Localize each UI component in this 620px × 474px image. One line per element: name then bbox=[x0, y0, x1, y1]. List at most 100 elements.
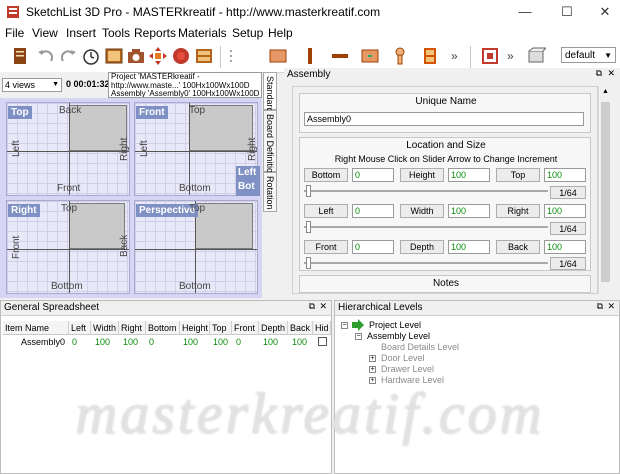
menu-help[interactable]: Help bbox=[268, 26, 293, 40]
close-icon[interactable]: ✕ bbox=[607, 68, 615, 79]
maximize-button[interactable]: ☐ bbox=[554, 2, 580, 22]
tree-hardware-level[interactable]: Hardware Level bbox=[381, 375, 444, 386]
cell-width[interactable]: 100 bbox=[95, 336, 110, 348]
menu-view[interactable]: View bbox=[32, 26, 58, 40]
column-header[interactable]: Item Name bbox=[3, 321, 69, 335]
tree-board-details-level[interactable]: Board Details Level bbox=[381, 342, 459, 353]
picture-icon[interactable] bbox=[104, 46, 124, 66]
bottom-slider[interactable] bbox=[304, 185, 548, 197]
column-header[interactable]: Front bbox=[232, 321, 259, 335]
cell-item-name[interactable]: Assembly0 bbox=[21, 336, 65, 348]
close-icon[interactable]: ✕ bbox=[607, 301, 615, 312]
camera-icon[interactable] bbox=[126, 46, 146, 66]
record-icon[interactable] bbox=[171, 46, 191, 66]
assembly-box[interactable] bbox=[69, 203, 125, 249]
assembly-scrollbar[interactable]: ▲ bbox=[598, 86, 613, 294]
unique-name-input[interactable]: Assembly0 bbox=[304, 112, 584, 126]
tree-assembly-level[interactable]: Assembly Level bbox=[367, 331, 430, 342]
expand-icon[interactable]: + bbox=[369, 366, 376, 373]
hidden-checkbox[interactable] bbox=[318, 337, 327, 346]
board-layout-icon[interactable] bbox=[194, 46, 214, 66]
left-slider[interactable] bbox=[304, 221, 548, 233]
hinge-icon[interactable] bbox=[390, 46, 410, 66]
back-button[interactable]: Back bbox=[496, 240, 540, 254]
drawer-front-icon[interactable] bbox=[360, 46, 380, 66]
left-button[interactable]: Left bbox=[304, 204, 348, 218]
cell-depth[interactable]: 100 bbox=[263, 336, 278, 348]
collapse-icon[interactable]: − bbox=[341, 322, 348, 329]
undo-icon[interactable] bbox=[36, 46, 56, 66]
height-button[interactable]: Height bbox=[400, 168, 444, 182]
column-header[interactable]: Left bbox=[69, 321, 91, 335]
minimize-button[interactable]: — bbox=[512, 2, 538, 22]
new-document-icon[interactable] bbox=[10, 46, 30, 66]
menu-insert[interactable]: Insert bbox=[66, 26, 96, 40]
cell-back[interactable]: 100 bbox=[292, 336, 307, 348]
width-button[interactable]: Width bbox=[400, 204, 444, 218]
viewport-perspective[interactable]: Perspective Top Bottom bbox=[134, 200, 258, 294]
viewport-right[interactable]: Right Top Bottom Front Back bbox=[6, 200, 130, 294]
table-row[interactable]: Assembly0 0 100 100 0 100 100 0 100 100 bbox=[3, 335, 331, 348]
column-header[interactable]: Top bbox=[210, 321, 232, 335]
cell-top[interactable]: 100 bbox=[213, 336, 228, 348]
redo-icon[interactable] bbox=[58, 46, 78, 66]
collapse-icon[interactable]: − bbox=[355, 333, 362, 340]
column-header[interactable]: Width bbox=[91, 321, 119, 335]
bottom-button[interactable]: Bottom bbox=[304, 168, 348, 182]
views-count-select[interactable]: 4 views ▼ bbox=[2, 78, 62, 92]
restore-icon[interactable]: ⧉ bbox=[596, 68, 602, 79]
column-header[interactable]: Hid bbox=[313, 321, 331, 335]
tab-board-definition[interactable]: Board Definition bbox=[263, 110, 277, 178]
expand-icon[interactable]: » bbox=[504, 46, 524, 66]
back-value[interactable]: 100 bbox=[544, 240, 586, 254]
column-header[interactable]: Depth bbox=[259, 321, 288, 335]
tab-standard[interactable]: Standard bbox=[263, 72, 277, 113]
column-header[interactable]: Bottom bbox=[146, 321, 180, 335]
expand-icon[interactable]: + bbox=[369, 355, 376, 362]
restore-icon[interactable]: ⧉ bbox=[309, 301, 315, 312]
bottom-value[interactable]: 0 bbox=[352, 168, 394, 182]
increment-button[interactable]: 1/64 bbox=[550, 222, 586, 235]
vertical-board-icon[interactable] bbox=[300, 46, 320, 66]
scroll-thumb[interactable] bbox=[601, 102, 610, 282]
scroll-up-icon[interactable]: ▲ bbox=[602, 88, 609, 95]
top-button[interactable]: Top bbox=[496, 168, 540, 182]
depth-value[interactable]: 100 bbox=[448, 240, 490, 254]
snap-icon[interactable] bbox=[480, 46, 500, 66]
height-value[interactable]: 100 bbox=[448, 168, 490, 182]
increment-button[interactable]: 1/64 bbox=[550, 257, 586, 270]
restore-icon[interactable]: ⧉ bbox=[597, 301, 603, 312]
menu-setup[interactable]: Setup bbox=[232, 26, 263, 40]
menu-tools[interactable]: Tools bbox=[102, 26, 130, 40]
top-value[interactable]: 100 bbox=[544, 168, 586, 182]
close-icon[interactable]: ✕ bbox=[319, 301, 327, 312]
clock-icon[interactable] bbox=[81, 46, 101, 66]
expand-icon[interactable]: » bbox=[448, 46, 468, 66]
front-slider[interactable] bbox=[304, 257, 548, 269]
right-value[interactable]: 100 bbox=[544, 204, 586, 218]
cell-left[interactable]: 0 bbox=[72, 336, 77, 348]
menu-materials[interactable]: Materials bbox=[178, 26, 227, 40]
close-button[interactable]: ✕ bbox=[592, 2, 618, 22]
layout-combo[interactable]: default ▼ bbox=[561, 47, 616, 63]
viewport-top[interactable]: Top Back Front Left Right bbox=[6, 102, 130, 196]
cabinet-door-icon[interactable] bbox=[420, 46, 440, 66]
left-value[interactable]: 0 bbox=[352, 204, 394, 218]
column-header[interactable]: Back bbox=[288, 321, 313, 335]
column-header[interactable]: Right bbox=[119, 321, 146, 335]
front-button[interactable]: Front bbox=[304, 240, 348, 254]
tree-door-level[interactable]: Door Level bbox=[381, 353, 425, 364]
depth-button[interactable]: Depth bbox=[400, 240, 444, 254]
cell-bottom[interactable]: 0 bbox=[149, 336, 154, 348]
cell-front[interactable]: 0 bbox=[236, 336, 241, 348]
menu-reports[interactable]: Reports bbox=[134, 26, 176, 40]
horizontal-board-icon[interactable] bbox=[330, 46, 350, 66]
menu-file[interactable]: File bbox=[5, 26, 24, 40]
box-3d-icon[interactable] bbox=[526, 46, 546, 66]
column-header[interactable]: Height bbox=[180, 321, 210, 335]
increment-button[interactable]: 1/64 bbox=[550, 186, 586, 199]
tree-project-level[interactable]: Project Level bbox=[369, 320, 421, 331]
cell-right[interactable]: 100 bbox=[123, 336, 138, 348]
panel-icon[interactable] bbox=[268, 46, 288, 66]
tab-rotation[interactable]: Rotation bbox=[263, 172, 277, 212]
